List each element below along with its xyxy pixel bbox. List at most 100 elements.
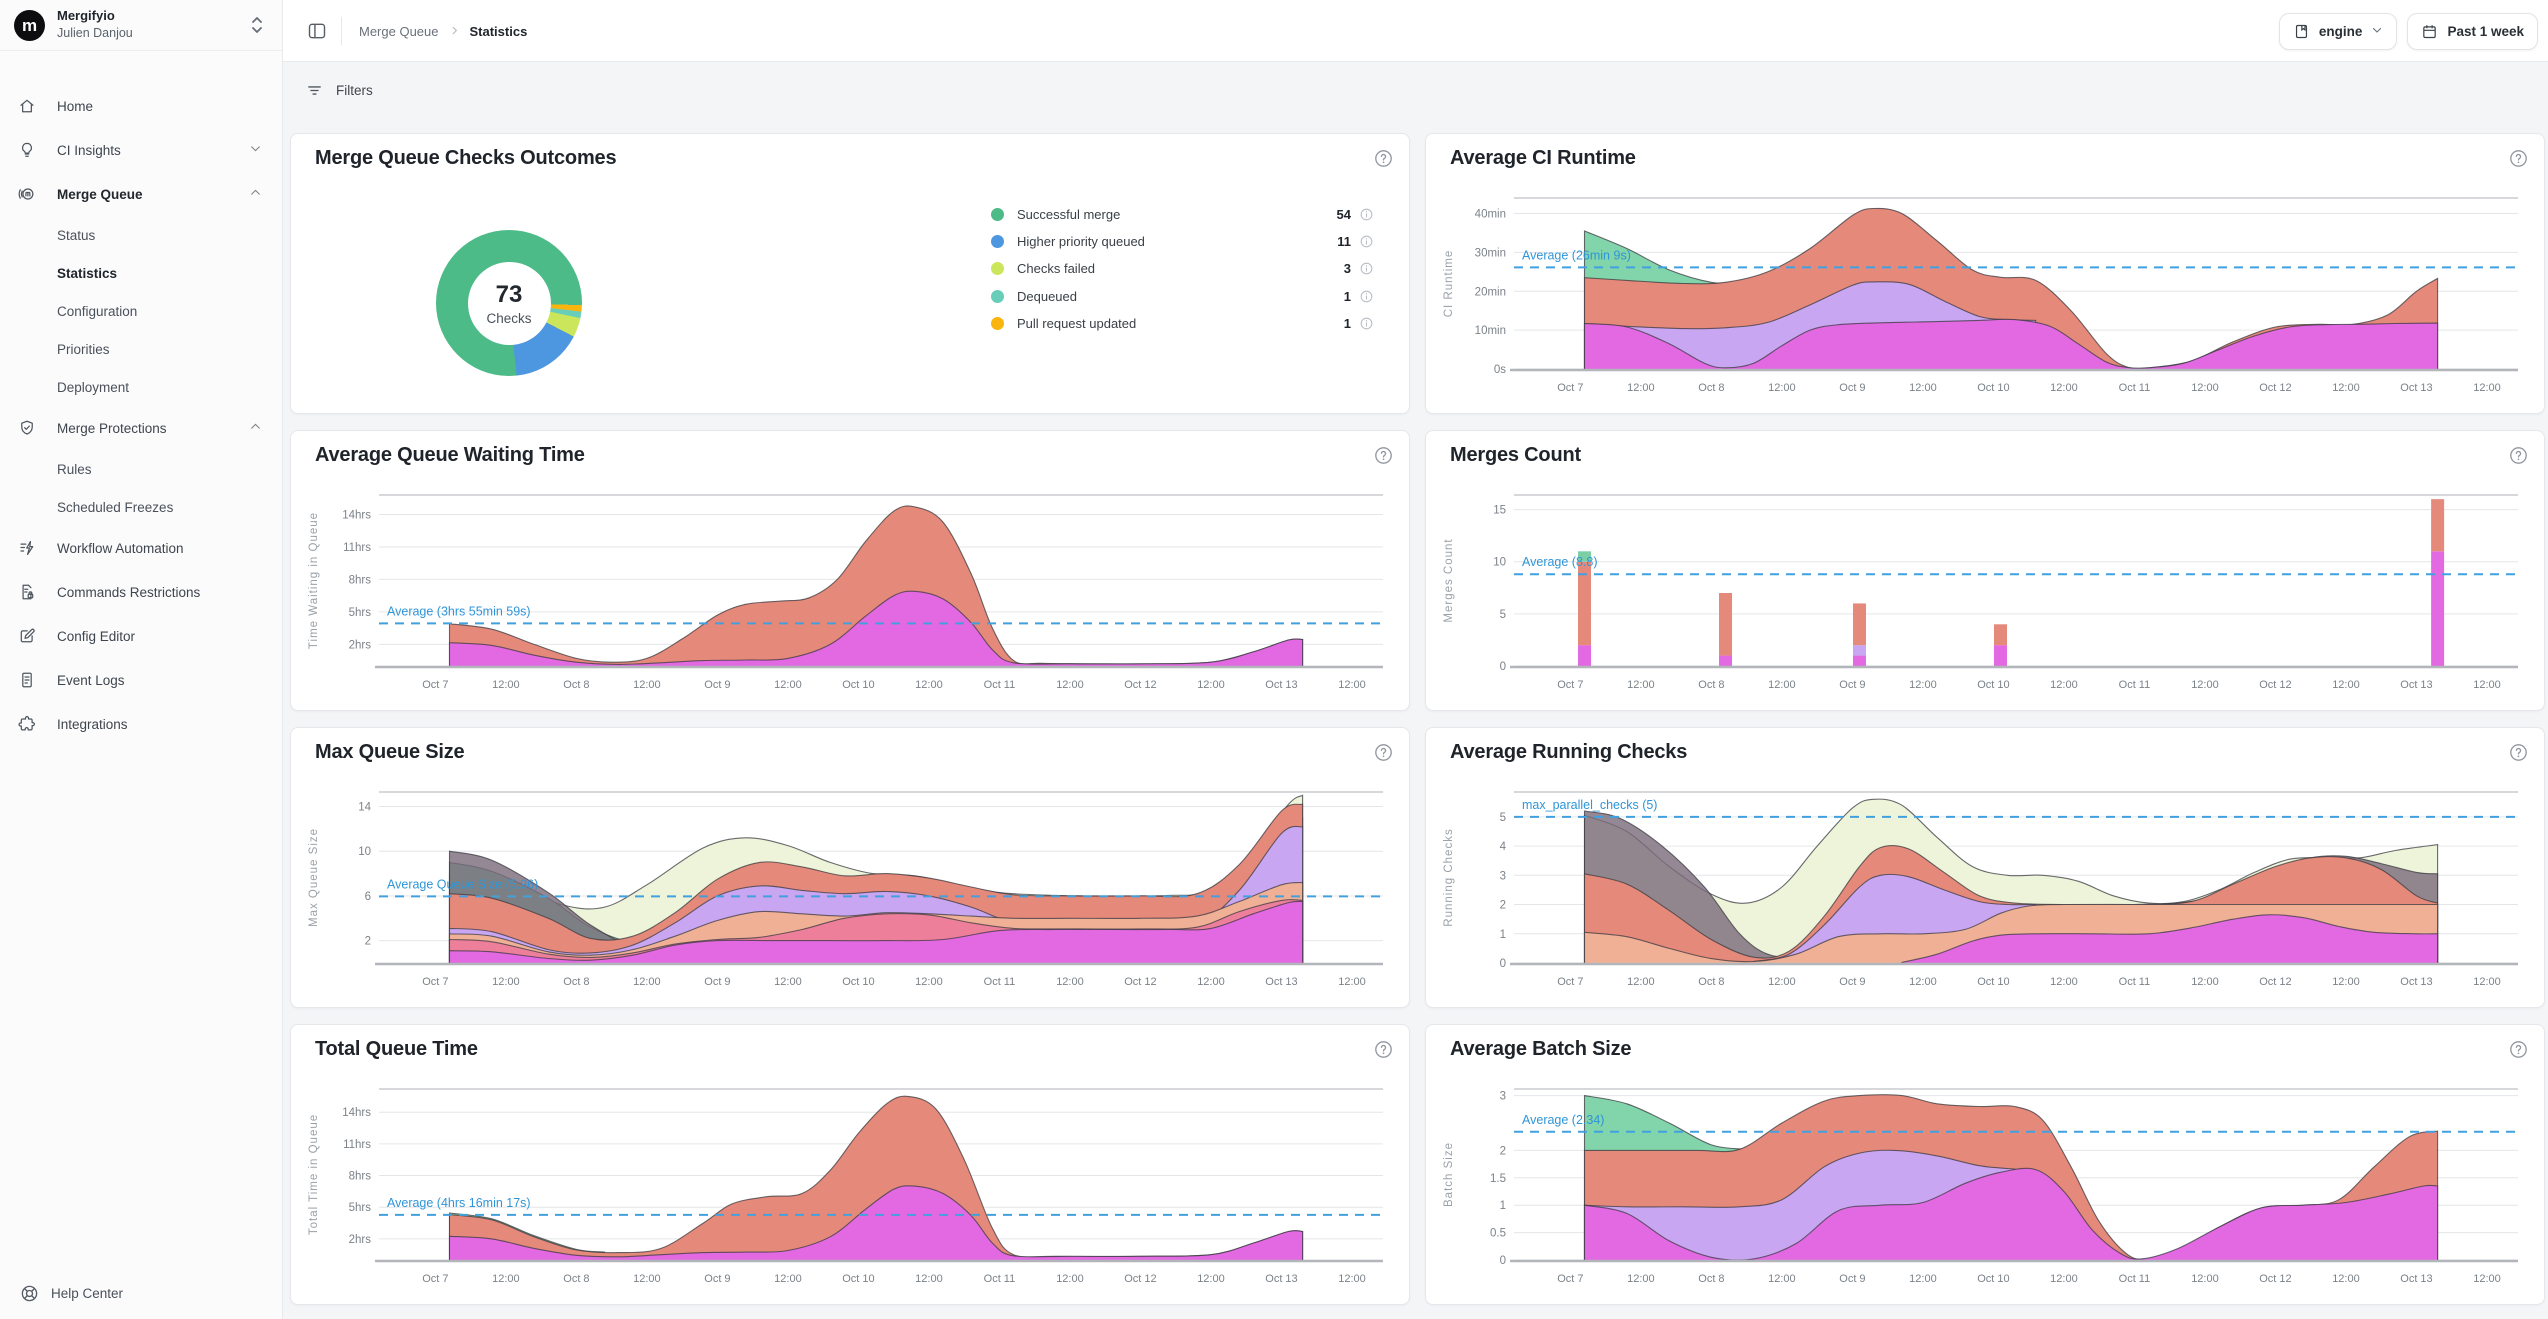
total-queue-time-chart[interactable]: Average (4hrs 16min 17s)2hrs5hrs8hrs11hr… — [301, 1073, 1399, 1300]
topbar-divider — [341, 17, 342, 45]
sidebar-item-label: Config Editor — [57, 629, 135, 644]
sidebar-item-event-logs[interactable]: Event Logs — [0, 658, 282, 702]
chart-canvas[interactable]: Average (26min 9s)0s10min20min30min40min… — [1436, 182, 2534, 409]
card-merge-queue-checks-outcomes: Merge Queue Checks Outcomes73ChecksSucce… — [290, 133, 1410, 414]
breadcrumb-merge-queue[interactable]: Merge Queue — [359, 24, 439, 39]
sidebar-item-home[interactable]: Home — [0, 84, 282, 128]
average-running-checks-chart[interactable]: max_parallel_checks (5)012345Oct 712:00O… — [1436, 776, 2534, 1003]
sidebar-item-scheduled-freezes[interactable]: Scheduled Freezes — [0, 488, 282, 526]
info-icon[interactable] — [1360, 208, 1373, 221]
legend-row-higher-priority-queued[interactable]: Higher priority queued11 — [991, 232, 1373, 250]
y-axis-title: Total Time in Queue — [308, 1114, 320, 1235]
statistics-grid: Merge Queue Checks Outcomes73ChecksSucce… — [290, 133, 2545, 1305]
chart-canvas[interactable]: max_parallel_checks (5)012345Oct 712:00O… — [1436, 776, 2534, 1003]
chart-canvas[interactable]: Average (3hrs 55min 59s)2hrs5hrs8hrs11hr… — [301, 479, 1399, 706]
card-average-queue-waiting-time: Average Queue Waiting TimeAverage (3hrs … — [290, 430, 1410, 711]
average-label: Average (26min 9s) — [1522, 248, 1631, 262]
y-tick-label: 5hrs — [349, 607, 372, 619]
x-tick-label: 12:00 — [1197, 679, 1225, 691]
sidebar-item-merge-protections[interactable]: Merge Protections — [0, 406, 282, 450]
help-question-icon[interactable] — [1374, 1040, 1393, 1059]
help-center-link[interactable]: Help Center — [20, 1284, 123, 1303]
x-tick-label: Oct 7 — [1557, 976, 1583, 988]
merges-count-chart[interactable]: Average (8.8)051015Oct 712:00Oct 812:00O… — [1436, 479, 2534, 706]
donut-legend: Successful merge54 Higher priority queued… — [991, 205, 1373, 342]
filters-label: Filters — [336, 83, 373, 98]
chart-canvas[interactable]: Average (4hrs 16min 17s)2hrs5hrs8hrs11hr… — [301, 1073, 1399, 1300]
average-queue-waiting-time-chart[interactable]: Average (3hrs 55min 59s)2hrs5hrs8hrs11hr… — [301, 479, 1399, 706]
average-batch-size-chart[interactable]: Average (2.34)00.511.523Oct 712:00Oct 81… — [1436, 1073, 2534, 1300]
chart-canvas[interactable]: Average Queue Size (5.96)261014Oct 712:0… — [301, 776, 1399, 1003]
chart-canvas[interactable]: Average (2.34)00.511.523Oct 712:00Oct 81… — [1436, 1073, 2534, 1300]
sidebar-item-config-editor[interactable]: Config Editor — [0, 614, 282, 658]
time-period-selector[interactable]: Past 1 week — [2407, 13, 2538, 50]
x-tick-label: 12:00 — [2050, 976, 2078, 988]
legend-row-pull-request-updated[interactable]: Pull request updated1 — [991, 315, 1373, 333]
sidebar-item-integrations[interactable]: Integrations — [0, 702, 282, 746]
x-tick-label: 12:00 — [915, 976, 943, 988]
breadcrumb-statistics: Statistics — [470, 24, 528, 39]
legend-row-successful-merge[interactable]: Successful merge54 — [991, 205, 1373, 223]
filters-button[interactable]: Filters — [306, 76, 373, 104]
card-title: Average Batch Size — [1450, 1038, 1631, 1061]
sidebar-item-configuration[interactable]: Configuration — [0, 292, 282, 330]
legend-label: Dequeued — [1017, 289, 1344, 304]
x-tick-label: 12:00 — [774, 679, 802, 691]
life-buoy-icon — [20, 1284, 39, 1303]
sidebar-item-priorities[interactable]: Priorities — [0, 330, 282, 368]
sidebar-toggle-icon[interactable] — [307, 21, 327, 41]
info-icon[interactable] — [1360, 290, 1373, 303]
help-question-icon[interactable] — [2509, 1040, 2528, 1059]
card-total-queue-time: Total Queue Time Average (4hrs 16min 17s)… — [290, 1024, 1410, 1305]
help-question-icon[interactable] — [1374, 743, 1393, 762]
sidebar-item-commands-restrictions[interactable]: Commands Restrictions — [0, 570, 282, 614]
legend-row-checks-failed[interactable]: Checks failed3 — [991, 260, 1373, 278]
x-tick-label: Oct 10 — [1977, 976, 2009, 988]
y-tick-label: 2hrs — [349, 639, 372, 651]
sidebar-item-statistics[interactable]: Statistics — [0, 254, 282, 292]
card-title: Total Queue Time — [315, 1038, 478, 1061]
sidebar-item-rules[interactable]: Rules — [0, 450, 282, 488]
help-question-icon[interactable] — [2509, 743, 2528, 762]
x-tick-label: 12:00 — [1338, 976, 1366, 988]
legend-row-dequeued[interactable]: Dequeued1 — [991, 287, 1373, 305]
sidebar-item-status[interactable]: Status — [0, 216, 282, 254]
y-tick-label: 11hrs — [343, 1139, 371, 1151]
edit-square-icon — [18, 627, 36, 645]
legend-label: Pull request updated — [1017, 316, 1344, 331]
help-question-icon[interactable] — [1374, 149, 1393, 168]
info-icon[interactable] — [1360, 317, 1373, 330]
sidebar-item-merge-queue[interactable]: Merge Queue — [0, 172, 282, 216]
help-question-icon[interactable] — [2509, 149, 2528, 168]
org-user: Julien Danjou — [57, 26, 133, 40]
x-tick-label: Oct 7 — [422, 1273, 448, 1285]
help-question-icon[interactable] — [1374, 446, 1393, 465]
y-axis-title: Max Queue Size — [308, 828, 320, 927]
help-question-icon[interactable] — [2509, 446, 2528, 465]
y-tick-label: 8hrs — [349, 1171, 372, 1183]
x-tick-label: 12:00 — [774, 976, 802, 988]
average-ci-runtime-chart[interactable]: Average (26min 9s)0s10min20min30min40min… — [1436, 182, 2534, 409]
x-tick-label: 12:00 — [2050, 679, 2078, 691]
info-icon[interactable] — [1360, 262, 1373, 275]
sidebar-item-workflow-automation[interactable]: Workflow Automation — [0, 526, 282, 570]
y-tick-label: 2 — [1500, 900, 1506, 912]
x-tick-label: 12:00 — [2191, 1273, 2219, 1285]
y-tick-label: 14 — [358, 802, 371, 814]
x-tick-label: 12:00 — [633, 976, 661, 988]
y-tick-label: 3 — [1500, 870, 1506, 882]
y-tick-label: 5 — [1500, 609, 1506, 621]
x-tick-label: 12:00 — [1338, 1273, 1366, 1285]
org-switcher[interactable]: m Mergifyio Julien Danjou — [0, 0, 282, 51]
y-tick-label: 14hrs — [342, 1107, 371, 1119]
y-tick-label: 0 — [1500, 661, 1506, 673]
chart-canvas[interactable]: Average (8.8)051015Oct 712:00Oct 812:00O… — [1436, 479, 2534, 706]
info-icon[interactable] — [1360, 235, 1373, 248]
legend-color-dot — [991, 208, 1004, 221]
x-tick-label: 12:00 — [2332, 1273, 2360, 1285]
sidebar-item-ci-insights[interactable]: CI Insights — [0, 128, 282, 172]
max-queue-size-chart[interactable]: Average Queue Size (5.96)261014Oct 712:0… — [301, 776, 1399, 1003]
repository-selector[interactable]: engine — [2279, 13, 2398, 50]
checks-outcomes-donut[interactable]: 73Checks — [436, 230, 582, 376]
sidebar-item-deployment[interactable]: Deployment — [0, 368, 282, 406]
